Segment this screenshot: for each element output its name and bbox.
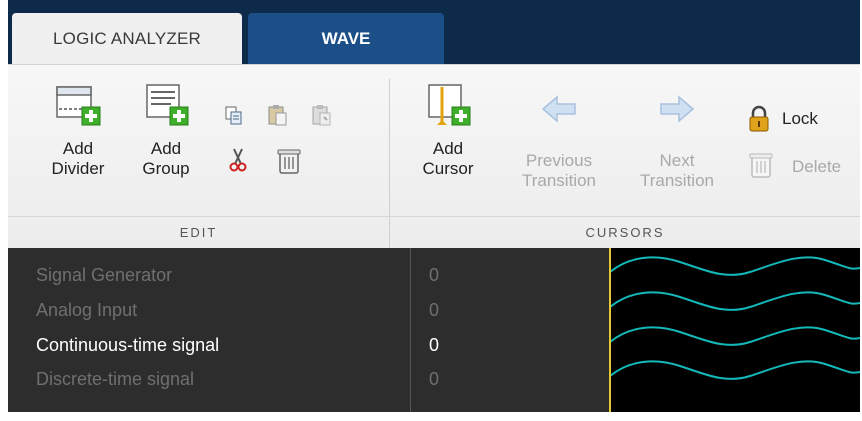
add-group-label: Add Group (142, 139, 190, 178)
waveform-discrete-time-signal (609, 360, 861, 380)
add-divider-icon (56, 86, 101, 126)
add-cursor-label: Add Cursor (422, 139, 474, 178)
waveform-pane[interactable] (609, 248, 861, 412)
signal-row-discrete-time-signal[interactable]: Discrete-time signal (36, 369, 194, 390)
section-label-bar (8, 216, 860, 217)
delete-icon[interactable] (276, 147, 302, 175)
waveform-plot (609, 256, 861, 380)
add-divider-button[interactable]: Add Divider (38, 83, 118, 179)
add-group-button[interactable]: Add Group (126, 81, 206, 179)
copy-icon[interactable] (223, 105, 245, 127)
next-transition-button[interactable]: Next Transition (622, 93, 732, 191)
signal-row-analog-input[interactable]: Analog Input (36, 300, 137, 321)
tab-wave[interactable]: WAVE (248, 13, 444, 64)
delete-cursor-icon (749, 153, 773, 178)
previous-transition-icon (541, 95, 576, 123)
paste-disabled-icon[interactable] (310, 103, 334, 127)
toolstrip: Add Divider Add Group Add Cursor Previou… (8, 64, 860, 249)
add-group-icon (146, 84, 189, 126)
cut-icon[interactable] (228, 147, 248, 173)
waveform-signal-generator (609, 256, 861, 276)
signal-value: 0 (429, 335, 440, 355)
previous-transition-button[interactable]: Previous Transition (504, 93, 614, 191)
cursor-line[interactable] (609, 248, 611, 412)
lock-label: Lock (782, 109, 818, 128)
signal-values-pane: 0 0 0 0 (410, 248, 611, 412)
previous-transition-label: Previous Transition (521, 151, 596, 190)
paste-icon[interactable] (266, 103, 290, 127)
section-label-cursors: CURSORS (585, 224, 665, 240)
lock-toggle[interactable]: Lock (748, 105, 848, 135)
lock-icon (749, 105, 769, 132)
add-cursor-button[interactable]: Add Cursor (408, 81, 488, 179)
signal-value: 0 (429, 369, 440, 389)
next-transition-label: Next Transition (639, 151, 714, 190)
signal-row-continuous-time-signal[interactable]: Continuous-time signal (36, 335, 219, 356)
tab-strip: LOGIC ANALYZER WAVE (8, 0, 860, 64)
signal-names-pane: Signal Generator Analog Input Continuous… (8, 248, 410, 412)
section-label-edit: EDIT (179, 224, 218, 240)
delete-cursor-button[interactable]: Delete (748, 151, 858, 181)
delete-cursor-label: Delete (792, 157, 842, 176)
signal-value: 0 (429, 300, 440, 320)
next-transition-icon (660, 95, 695, 123)
waveform-analog-input (609, 291, 861, 311)
add-cursor-icon (428, 84, 471, 126)
tab-logic-analyzer[interactable]: LOGIC ANALYZER (12, 13, 242, 64)
signal-row-signal-generator[interactable]: Signal Generator (36, 265, 172, 286)
waveform-continuous-time-signal (609, 326, 861, 346)
add-divider-label: Add Divider (51, 139, 105, 178)
signal-value: 0 (429, 265, 440, 285)
